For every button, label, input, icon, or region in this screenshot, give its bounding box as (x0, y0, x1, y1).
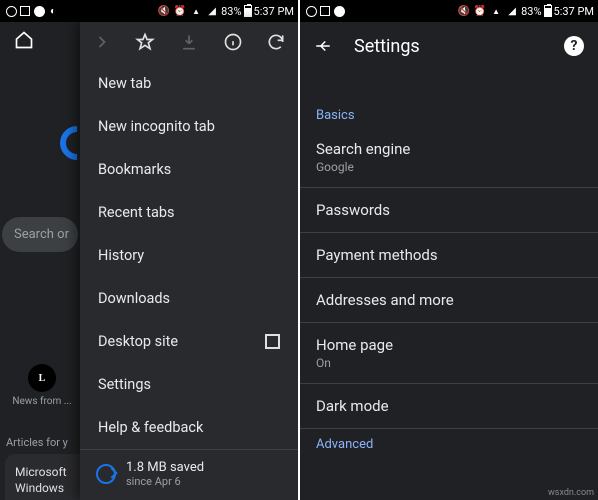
feed-shortcut[interactable]: L News from ... (6, 364, 78, 407)
menu-item-label: Recent tabs (98, 204, 175, 221)
clock: 5:37 PM (254, 5, 294, 18)
menu-bookmarks[interactable]: Bookmarks (80, 148, 298, 191)
status-bar: ◐ 83% 5:37 PM (0, 0, 298, 22)
menu-new-tab[interactable]: New tab (80, 62, 298, 105)
battery-icon (244, 5, 252, 17)
clock: 5:37 PM (554, 5, 594, 18)
menu-data-saver[interactable]: 1.8 MB saved since Apr 6 (80, 449, 298, 500)
back-arrow-icon[interactable] (314, 37, 332, 55)
star-icon[interactable] (135, 32, 155, 52)
menu-downloads[interactable]: Downloads (80, 277, 298, 320)
watermark: wsxdn.com (548, 488, 594, 498)
home-icon[interactable] (14, 30, 34, 48)
settings-screen: Settings ? Basics Search engine Google P… (300, 22, 598, 500)
menu-item-label: Downloads (98, 290, 170, 307)
data-saved-since: since Apr 6 (126, 475, 204, 488)
menu-recent-tabs[interactable]: Recent tabs (80, 191, 298, 234)
setting-label: Payment methods (316, 246, 582, 264)
phone-right: 83% 5:37 PM Settings ? Basics Search eng… (300, 0, 598, 500)
menu-item-label: Desktop site (98, 333, 178, 350)
menu-icon-row (80, 22, 298, 62)
setting-label: Home page (316, 336, 582, 354)
setting-label: Search engine (316, 140, 582, 158)
battery-percent: 83% (221, 5, 241, 18)
setting-passwords[interactable]: Passwords (300, 188, 598, 233)
battery-icon (544, 5, 552, 17)
menu-item-label: Settings (98, 376, 151, 393)
app-icon (318, 4, 332, 18)
page-title: Settings (354, 36, 420, 57)
phone-left: ◐ 83% 5:37 PM Search or L News from ... (0, 0, 298, 500)
wifi-icon (189, 4, 203, 18)
menu-item-label: History (98, 247, 144, 264)
forward-icon[interactable] (92, 32, 112, 52)
settings-header: Settings ? (300, 22, 598, 70)
menu-item-label: New incognito tab (98, 118, 215, 135)
mute-icon (457, 4, 471, 18)
help-icon[interactable]: ? (564, 36, 584, 56)
refresh-icon[interactable] (266, 32, 286, 52)
setting-label: Addresses and more (316, 291, 582, 309)
menu-help-feedback[interactable]: Help & feedback (80, 406, 298, 449)
info-icon[interactable] (223, 32, 243, 52)
signal-icon (505, 4, 519, 18)
articles-header: Articles for y (6, 436, 68, 449)
signal-icon (205, 4, 219, 18)
menu-history[interactable]: History (80, 234, 298, 277)
spotify-icon (304, 4, 318, 18)
section-basics: Basics (300, 100, 598, 127)
chrome-home: Search or L News from ... Articles for y… (0, 22, 298, 500)
data-saver-icon (96, 464, 116, 484)
setting-dark-mode[interactable]: Dark mode (300, 384, 598, 429)
menu-item-label: New tab (98, 75, 151, 92)
wifi-icon (489, 4, 503, 18)
checkbox-unchecked-icon[interactable] (265, 334, 280, 349)
mute-icon (157, 4, 171, 18)
app-icon: ◐ (46, 4, 60, 18)
alarm-icon (173, 4, 187, 18)
menu-item-label: Help & feedback (98, 419, 203, 436)
search-input[interactable]: Search or (2, 217, 78, 252)
spotify-icon (4, 4, 18, 18)
setting-payment-methods[interactable]: Payment methods (300, 233, 598, 278)
app-icon (332, 4, 346, 18)
app-icon (32, 4, 46, 18)
site-favicon: L (28, 364, 56, 392)
menu-desktop-site[interactable]: Desktop site (80, 320, 298, 363)
setting-home-page[interactable]: Home page On (300, 323, 598, 384)
alarm-icon (473, 4, 487, 18)
section-advanced: Advanced (300, 429, 598, 456)
menu-settings[interactable]: Settings (80, 363, 298, 406)
menu-new-incognito[interactable]: New incognito tab (80, 105, 298, 148)
chrome-overflow-menu: New tab New incognito tab Bookmarks Rece… (80, 22, 298, 500)
feed-label: News from ... (6, 396, 78, 407)
menu-item-label: Bookmarks (98, 161, 171, 178)
battery-percent: 83% (521, 5, 541, 18)
setting-label: Dark mode (316, 397, 582, 415)
setting-addresses[interactable]: Addresses and more (300, 278, 598, 323)
search-placeholder: Search or (14, 227, 69, 242)
setting-label: Passwords (316, 201, 582, 219)
setting-value: Google (316, 160, 582, 174)
data-saved-amount: 1.8 MB saved (126, 460, 204, 475)
download-icon[interactable] (179, 32, 199, 52)
status-bar: 83% 5:37 PM (300, 0, 598, 22)
setting-value: On (316, 356, 582, 370)
setting-search-engine[interactable]: Search engine Google (300, 127, 598, 188)
app-icon (18, 4, 32, 18)
